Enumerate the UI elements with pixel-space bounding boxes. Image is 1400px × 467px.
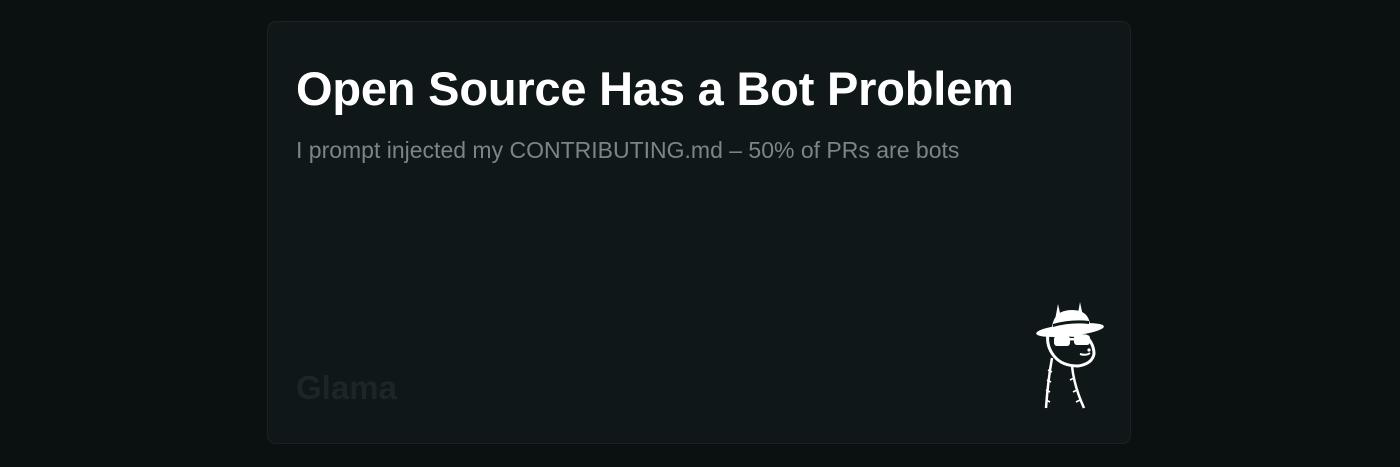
llama-mascot-icon: [1036, 302, 1104, 409]
article-subtitle: I prompt injected my CONTRIBUTING.md – 5…: [296, 137, 960, 163]
brand-wordmark: Glama: [296, 369, 397, 406]
article-title: Open Source Has a Bot Problem: [296, 62, 1014, 115]
article-card[interactable]: Open Source Has a Bot Problem I prompt i…: [267, 21, 1131, 444]
